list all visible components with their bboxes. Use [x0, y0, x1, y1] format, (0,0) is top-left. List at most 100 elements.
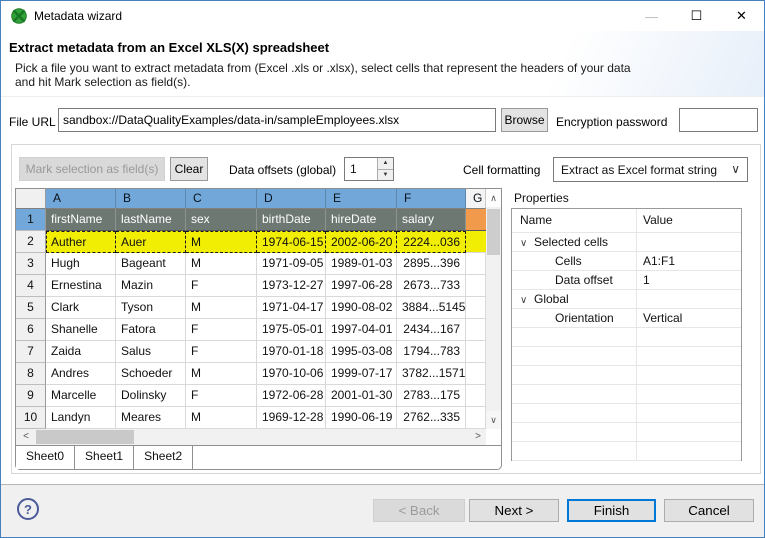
selected-cell[interactable]: 1974-06-15 — [257, 231, 326, 253]
data-cell[interactable]: 2001-01-30 — [326, 385, 397, 407]
browse-button[interactable]: Browse — [501, 108, 548, 132]
property-value[interactable] — [637, 290, 741, 308]
data-cell[interactable]: 1989-01-03 — [326, 253, 397, 275]
data-cell[interactable]: 1794...783 — [397, 341, 466, 363]
row-number-cell[interactable]: 9 — [16, 385, 46, 407]
encryption-password-input[interactable] — [679, 108, 758, 132]
close-icon[interactable]: ✕ — [719, 1, 764, 31]
horizontal-scrollbar[interactable]: < > — [16, 429, 486, 445]
scroll-right-icon[interactable]: > — [470, 429, 486, 445]
scroll-left-icon[interactable]: < — [18, 429, 34, 445]
data-cell[interactable]: M — [186, 363, 257, 385]
data-cell[interactable] — [466, 363, 486, 385]
data-cell[interactable]: Fatora — [116, 319, 186, 341]
data-cell[interactable]: M — [186, 253, 257, 275]
data-cell[interactable]: 3884...5145 — [397, 297, 466, 319]
data-cell[interactable]: 2673...733 — [397, 275, 466, 297]
chevron-down-icon[interactable]: ∨ — [520, 235, 534, 251]
column-header-g[interactable]: G — [466, 189, 486, 209]
data-cell[interactable] — [466, 297, 486, 319]
property-row[interactable]: OrientationVertical — [512, 309, 741, 328]
row-number-cell[interactable]: 7 — [16, 341, 46, 363]
data-cell[interactable]: Mazin — [116, 275, 186, 297]
row-number-cell[interactable]: 10 — [16, 407, 46, 429]
data-cell[interactable]: F — [186, 319, 257, 341]
vertical-scrollbar[interactable]: ∧ ∨ — [486, 189, 501, 429]
next-button[interactable]: Next > — [469, 499, 559, 522]
row-number-cell[interactable]: 6 — [16, 319, 46, 341]
row-number-cell[interactable]: 2 — [16, 231, 46, 253]
property-row[interactable]: Data offset1 — [512, 271, 741, 290]
data-cell[interactable]: 2434...167 — [397, 319, 466, 341]
data-cell[interactable]: Schoeder — [116, 363, 186, 385]
property-row[interactable]: ∨Selected cells — [512, 233, 741, 252]
corner-cell[interactable] — [16, 189, 46, 209]
field-header-cell[interactable]: lastName — [116, 209, 186, 231]
row-number-cell[interactable]: 4 — [16, 275, 46, 297]
data-cell[interactable]: 1997-06-28 — [326, 275, 397, 297]
field-header-cell[interactable]: firstName — [46, 209, 116, 231]
data-cell[interactable]: 2762...335 — [397, 407, 466, 429]
column-header-d[interactable]: D — [257, 189, 326, 209]
chevron-down-icon[interactable]: ∨ — [520, 292, 534, 308]
data-cell[interactable] — [466, 341, 486, 363]
data-cell[interactable] — [466, 253, 486, 275]
maximize-icon[interactable]: ☐ — [674, 1, 719, 31]
vertical-scrollbar-thumb[interactable] — [487, 209, 500, 255]
selected-cell[interactable]: M — [186, 231, 257, 253]
column-header-a[interactable]: A — [46, 189, 116, 209]
tab-sheet0[interactable]: Sheet0 — [16, 446, 75, 469]
tab-sheet2[interactable]: Sheet2 — [134, 446, 193, 469]
property-row[interactable]: CellsA1:F1 — [512, 252, 741, 271]
help-icon[interactable]: ? — [17, 498, 39, 520]
data-cell[interactable] — [466, 385, 486, 407]
cancel-button[interactable]: Cancel — [664, 499, 754, 522]
data-cell[interactable]: 2783...175 — [397, 385, 466, 407]
data-cell[interactable]: 1971-04-17 — [257, 297, 326, 319]
data-cell[interactable]: 3782...1571 — [397, 363, 466, 385]
clear-button[interactable]: Clear — [170, 157, 208, 181]
data-cell[interactable]: 1995-03-08 — [326, 341, 397, 363]
spinner-up-icon[interactable]: ▲ — [377, 158, 393, 170]
column-header-f[interactable]: F — [397, 189, 466, 209]
column-header-e[interactable]: E — [326, 189, 397, 209]
field-header-cell[interactable]: hireDate — [326, 209, 397, 231]
data-cell[interactable]: 1990-08-02 — [326, 297, 397, 319]
property-value[interactable]: 1 — [637, 271, 741, 289]
property-value[interactable]: A1:F1 — [637, 252, 741, 270]
data-cell[interactable]: 1969-12-28 — [257, 407, 326, 429]
data-cell[interactable]: Hugh — [46, 253, 116, 275]
row-number-cell[interactable]: 5 — [16, 297, 46, 319]
data-cell[interactable]: Zaida — [46, 341, 116, 363]
scroll-down-icon[interactable]: ∨ — [486, 411, 501, 429]
data-cell[interactable] — [466, 319, 486, 341]
data-cell[interactable]: 1999-07-17 — [326, 363, 397, 385]
data-cell[interactable]: F — [186, 275, 257, 297]
data-cell[interactable]: 1972-06-28 — [257, 385, 326, 407]
finish-button[interactable]: Finish — [567, 499, 656, 522]
data-cell[interactable]: Dolinsky — [116, 385, 186, 407]
data-cell[interactable]: Ernestina — [46, 275, 116, 297]
selected-cell[interactable]: Auer — [116, 231, 186, 253]
data-cell[interactable]: Tyson — [116, 297, 186, 319]
field-header-cell[interactable]: birthDate — [257, 209, 326, 231]
data-cell[interactable]: 1970-10-06 — [257, 363, 326, 385]
data-cell[interactable]: 1971-09-05 — [257, 253, 326, 275]
field-header-cell[interactable]: salary — [397, 209, 466, 231]
data-cell[interactable]: Marcelle — [46, 385, 116, 407]
data-cell[interactable]: 1997-04-01 — [326, 319, 397, 341]
data-cell[interactable]: Salus — [116, 341, 186, 363]
selected-cell[interactable]: Auther — [46, 231, 116, 253]
file-url-input[interactable] — [58, 108, 496, 132]
data-cell[interactable]: 1990-06-19 — [326, 407, 397, 429]
data-cell[interactable]: 1973-12-27 — [257, 275, 326, 297]
data-cell[interactable]: M — [186, 297, 257, 319]
data-cell[interactable]: Clark — [46, 297, 116, 319]
data-cell[interactable]: Meares — [116, 407, 186, 429]
selected-cell[interactable]: 2002-06-20 — [326, 231, 397, 253]
data-cell[interactable]: Landyn — [46, 407, 116, 429]
data-cell[interactable]: 1970-01-18 — [257, 341, 326, 363]
property-value[interactable] — [637, 233, 741, 251]
column-header-c[interactable]: C — [186, 189, 257, 209]
spinner-down-icon[interactable]: ▼ — [377, 170, 393, 181]
